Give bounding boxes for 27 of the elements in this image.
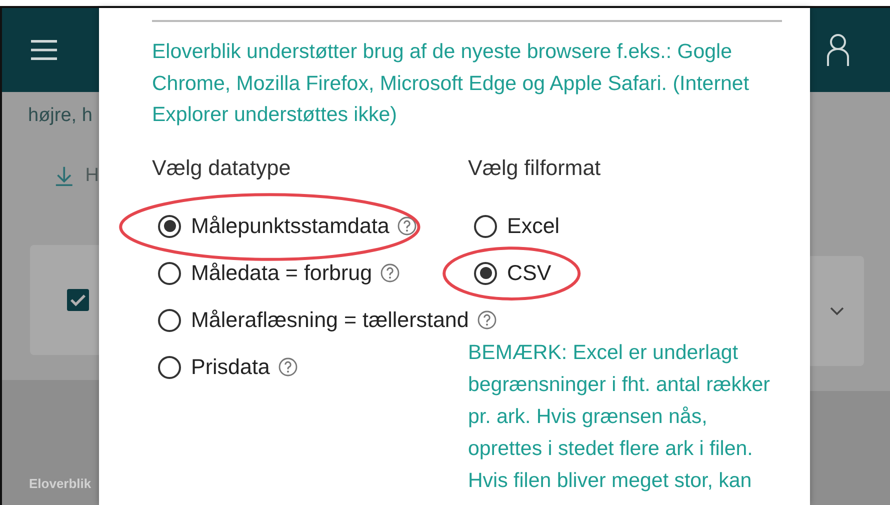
radio-button[interactable]	[158, 308, 181, 332]
radio-button[interactable]	[474, 262, 497, 284]
note-text: BEMÆRK: Excel er underlagt begrænsninger i fht. antal rækker pr. ark. Hvis grænsen nås, oprettes i stedet flere ark i filen. Hvis filen bliver meget stor, kan	[468, 340, 771, 494]
background-text: højre, h	[28, 104, 94, 128]
section-label: Vælg filformat	[468, 154, 602, 182]
download-link[interactable]: H	[85, 165, 99, 187]
radio-button[interactable]	[158, 214, 181, 238]
info-text: Eloverblik understøtter brug af de nyeste browsere f.eks.: Gogle Chrome, Mozilla Firefox, Microsoft Edge og Apple Safari. (Internet Explorer understøttes ikke)	[152, 39, 750, 128]
menu-icon[interactable]	[31, 40, 57, 60]
help-icon[interactable]	[476, 310, 497, 330]
radio-label: Excel	[507, 214, 560, 238]
radio-label: Målepunktsstamdata	[191, 214, 390, 238]
radio-label: Måleraflæsning = tællerstand	[191, 308, 469, 332]
help-icon[interactable]	[278, 357, 298, 377]
radio-button[interactable]	[474, 214, 497, 238]
radio-button[interactable]	[158, 356, 181, 378]
chevron-down-icon[interactable]	[830, 306, 844, 316]
footer-text: Eloverblik	[29, 476, 92, 491]
checkbox[interactable]	[67, 289, 89, 311]
radio-button[interactable]	[158, 262, 181, 284]
user-icon[interactable]	[826, 33, 850, 67]
radio-label: Prisdata	[191, 354, 270, 380]
radio-label: Måledata = forbrug	[191, 260, 372, 286]
help-icon[interactable]	[380, 263, 400, 283]
section-label: Vælg datatype	[152, 154, 292, 182]
help-icon[interactable]	[397, 216, 418, 236]
radio-label: CSV	[507, 260, 552, 286]
